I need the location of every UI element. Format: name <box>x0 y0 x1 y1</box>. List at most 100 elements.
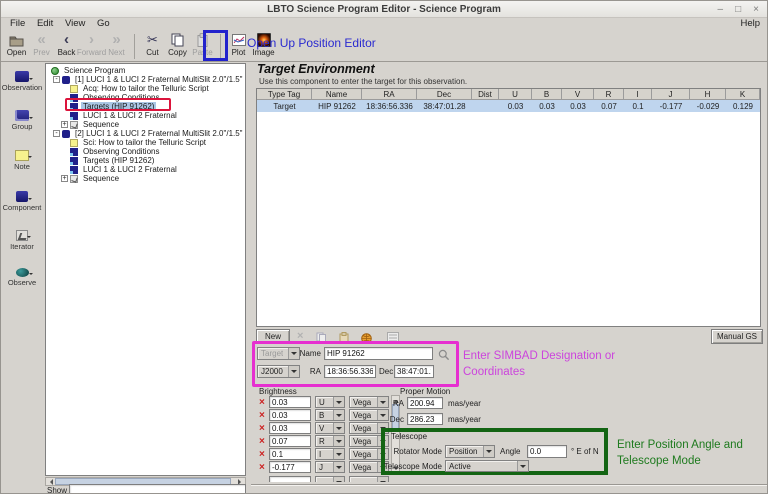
menu-help[interactable]: Help <box>740 18 760 29</box>
magnitude-input[interactable] <box>269 409 311 421</box>
menu-view[interactable]: View <box>65 18 85 29</box>
delete-magnitude-icon[interactable]: × <box>259 463 265 473</box>
magnitude-input[interactable] <box>269 448 311 460</box>
column-header[interactable]: U <box>499 89 532 100</box>
tree-item-observing-conditions-2[interactable]: Observing Conditions <box>46 147 245 156</box>
scroll-left-arrow-icon[interactable] <box>47 479 53 485</box>
magnitude-input[interactable] <box>269 461 311 473</box>
delete-magnitude-icon[interactable]: × <box>259 437 265 447</box>
column-header[interactable]: Name <box>312 89 362 100</box>
note-icon <box>70 85 78 93</box>
sidebar-item-iterator[interactable]: Iterator <box>1 230 43 251</box>
band-dropdown[interactable]: V <box>315 422 345 434</box>
sidebar-item-observation[interactable]: Observation <box>1 71 43 92</box>
column-header[interactable]: H <box>690 89 726 100</box>
column-header[interactable]: K <box>726 89 760 100</box>
show-input[interactable] <box>69 484 246 494</box>
column-header[interactable]: B <box>532 89 562 100</box>
system-dropdown[interactable]: Vega <box>349 396 389 408</box>
column-header[interactable]: V <box>562 89 594 100</box>
search-icon[interactable] <box>438 348 450 366</box>
rotator-mode-dropdown[interactable]: Position <box>445 445 495 458</box>
band-dropdown[interactable]: B <box>315 409 345 421</box>
table-row-target[interactable]: Target HIP 91262 18:36:56.336 38:47:01.2… <box>257 100 760 112</box>
menu-file[interactable]: File <box>10 18 25 29</box>
menu-go[interactable]: Go <box>97 18 110 29</box>
tree-item-observing-conditions-1[interactable]: Observing Conditions <box>46 93 245 102</box>
ra-input[interactable] <box>324 365 376 378</box>
tree-item-targets-1-selected[interactable]: Targets (HIP 91262) <box>46 102 245 111</box>
column-header[interactable]: Dist <box>472 89 499 100</box>
angle-label: Angle <box>500 447 520 456</box>
remove-target-icon[interactable]: × <box>297 331 303 342</box>
telescope-group-title: Telescope <box>391 432 427 441</box>
column-header[interactable]: J <box>652 89 690 100</box>
cut-button[interactable]: ✂ Cut <box>140 32 165 60</box>
target-table-header: Type Tag Name RA Dec Dist U B V R I J H … <box>257 89 760 100</box>
note-icon <box>15 150 29 161</box>
column-header[interactable]: Type Tag <box>257 89 312 100</box>
delete-magnitude-icon[interactable]: × <box>259 398 265 408</box>
close-button[interactable]: × <box>753 1 759 18</box>
annotation-telescope: Enter Position Angle and Telescope Mode <box>617 437 767 469</box>
copy-button[interactable]: Copy <box>165 32 190 60</box>
tree-item-sequence-2[interactable]: + Sequence <box>46 174 245 183</box>
delete-magnitude-icon[interactable]: × <box>259 424 265 434</box>
target-type-dropdown[interactable]: Target <box>257 347 300 360</box>
column-header[interactable]: Dec <box>417 89 472 100</box>
manual-gs-button[interactable]: Manual GS <box>711 329 763 344</box>
forward-button[interactable]: › Forward <box>79 32 104 60</box>
tree-item-observation-1[interactable]: - [1] LUCI 1 & LUCI 2 Fraternal MultiSli… <box>46 75 245 84</box>
tree-item-targets-2[interactable]: Targets (HIP 91262) <box>46 156 245 165</box>
band-dropdown[interactable]: J <box>315 461 345 473</box>
angle-input[interactable] <box>527 445 567 458</box>
prev-button[interactable]: « Prev <box>29 32 54 60</box>
coordinate-system-dropdown[interactable]: J2000 <box>257 365 300 378</box>
back-button[interactable]: ‹ Back <box>54 32 79 60</box>
sidebar-item-component[interactable]: Component <box>1 191 43 212</box>
dec-input[interactable] <box>394 365 434 378</box>
sidebar-item-observe[interactable]: Observe <box>1 268 43 287</box>
column-header[interactable]: RA <box>362 89 417 100</box>
magnitude-input[interactable] <box>269 422 311 434</box>
expand-handle-icon[interactable]: + <box>61 121 68 128</box>
cell-j: -0.177 <box>652 100 690 112</box>
pm-dec-input[interactable] <box>407 413 443 425</box>
system-dropdown[interactable]: Vega <box>349 409 389 421</box>
collapse-handle-icon[interactable]: - <box>53 130 60 137</box>
observation-icon <box>62 76 70 84</box>
chevron-down-icon <box>333 397 344 407</box>
tree-item-luci-2[interactable]: LUCI 1 & LUCI 2 Fraternal <box>46 165 245 174</box>
pm-ra-input[interactable] <box>407 397 443 409</box>
tree-item-sci-note[interactable]: Sci: How to tailor the Telluric Script <box>46 138 245 147</box>
band-dropdown[interactable]: U <box>315 396 345 408</box>
tree-item-acq-note[interactable]: Acq: How to tailor the Telluric Script <box>46 84 245 93</box>
column-header[interactable]: I <box>624 89 652 100</box>
delete-magnitude-icon[interactable]: × <box>259 411 265 421</box>
component-icon <box>70 94 78 102</box>
telescope-mode-dropdown[interactable]: Active <box>445 460 529 472</box>
menu-edit[interactable]: Edit <box>37 18 53 29</box>
magnitude-input[interactable] <box>269 435 311 447</box>
tree-item-observation-2[interactable]: - [2] LUCI 1 & LUCI 2 Fraternal MultiSli… <box>46 129 245 138</box>
tree-item-luci-1[interactable]: LUCI 1 & LUCI 2 Fraternal <box>46 111 245 120</box>
band-dropdown[interactable]: I <box>315 448 345 460</box>
sidebar-item-group[interactable]: Group <box>1 110 43 131</box>
maximize-button[interactable]: □ <box>735 1 741 18</box>
minimize-button[interactable]: – <box>718 1 724 18</box>
open-button[interactable]: Open <box>4 32 29 60</box>
delete-magnitude-icon[interactable]: × <box>259 450 265 460</box>
component-icon <box>16 191 28 202</box>
target-name-input[interactable] <box>324 347 433 360</box>
expand-handle-icon[interactable]: + <box>61 175 68 182</box>
sidebar-item-note[interactable]: Note <box>1 150 43 171</box>
new-target-button[interactable]: New <box>256 329 290 344</box>
pm-ra-label: RA <box>386 399 404 408</box>
collapse-handle-icon[interactable]: - <box>53 76 60 83</box>
column-header[interactable]: R <box>594 89 624 100</box>
next-button[interactable]: » Next <box>104 32 129 60</box>
magnitude-input[interactable] <box>269 396 311 408</box>
tree-item-science-program[interactable]: Science Program <box>46 66 245 75</box>
band-dropdown[interactable]: R <box>315 435 345 447</box>
tree-item-sequence-1[interactable]: + Sequence <box>46 120 245 129</box>
